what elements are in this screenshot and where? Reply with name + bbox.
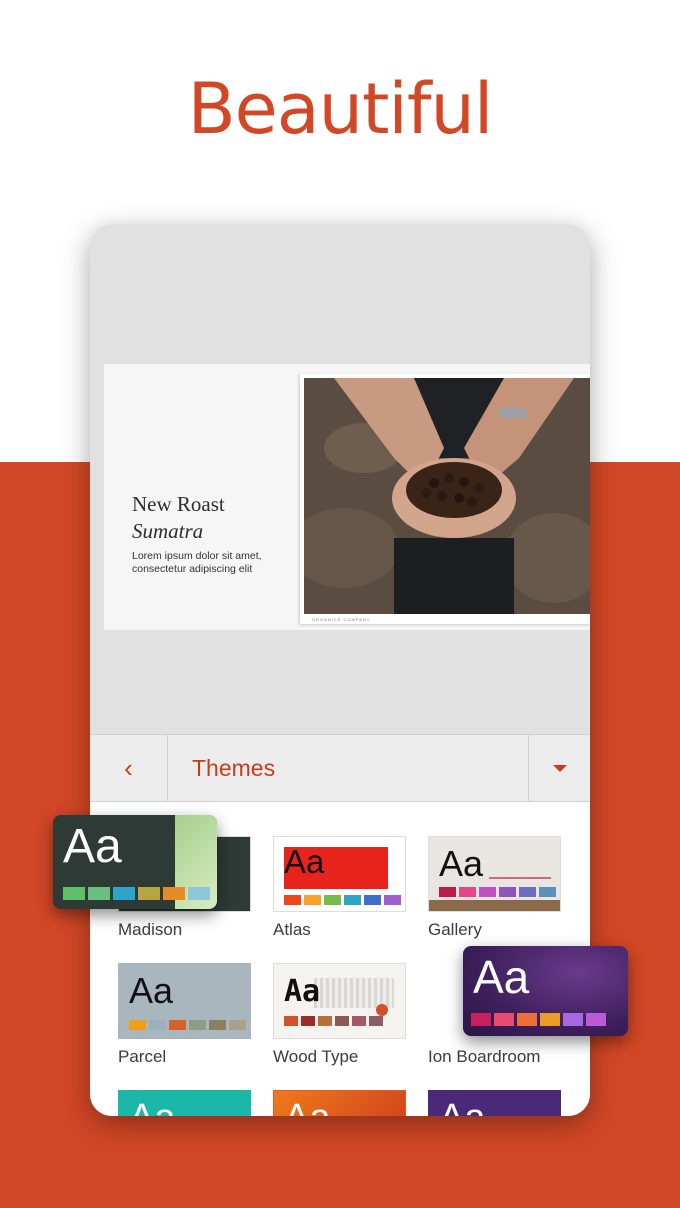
woodtype-dot xyxy=(376,1004,388,1016)
headline: Beautiful xyxy=(187,68,494,150)
theme-swatches xyxy=(63,887,210,900)
theme-label: Atlas xyxy=(273,920,311,939)
theme-thumb-parcel[interactable]: Aa xyxy=(118,963,251,1039)
slide-photo-frame: ORGANICS COMPANY xyxy=(300,374,590,624)
theme-sample-text: Aa xyxy=(473,951,530,1003)
photo-caption: ORGANICS COMPANY xyxy=(312,617,371,622)
theme-swatches xyxy=(284,1016,383,1026)
ion-boardroom-theme-floating[interactable]: Aa xyxy=(463,946,628,1036)
theme-thumb-atlas[interactable]: Aa xyxy=(273,836,406,912)
theme-thumb-gallery[interactable]: Aa xyxy=(428,836,561,912)
slide-title: New Roast xyxy=(132,492,225,516)
theme-sample-text: Aa xyxy=(284,1097,330,1116)
back-button[interactable]: ‹ xyxy=(90,735,168,802)
theme-label: Ion Boardroom xyxy=(428,1047,541,1066)
theme-sample-text: Aa xyxy=(129,970,174,1011)
caret-down-icon xyxy=(552,765,567,772)
themes-toolbar: ‹ Themes xyxy=(90,734,590,802)
slide-subtitle: Sumatra xyxy=(132,519,204,543)
chevron-left-icon: ‹ xyxy=(124,753,133,783)
theme-thumb-purple[interactable]: Aa xyxy=(428,1090,561,1116)
dropdown-button[interactable] xyxy=(528,735,590,802)
theme-thumb-wood-type[interactable]: Aa xyxy=(273,963,406,1039)
coffee-hands-illustration xyxy=(304,378,590,614)
theme-label: Wood Type xyxy=(273,1047,359,1066)
theme-label: Madison xyxy=(118,920,183,939)
theme-thumb-orange[interactable]: Aa xyxy=(273,1090,406,1116)
theme-sample-text: Aa xyxy=(284,843,325,880)
theme-sample-text: Aa xyxy=(129,1097,175,1116)
slide-body-text: Lorem ipsum dolor sit amet, consectetur … xyxy=(132,550,262,575)
theme-sample-text: Aa xyxy=(439,1097,485,1116)
theme-swatches xyxy=(471,1013,606,1026)
theme-label: Parcel xyxy=(118,1047,167,1066)
theme-sample-text: Aa xyxy=(439,843,484,884)
theme-thumb-teal[interactable]: Aa xyxy=(118,1090,251,1116)
gallery-accent-line xyxy=(489,877,551,879)
toolbar-title: Themes xyxy=(192,755,276,781)
slide-preview[interactable]: New Roast Sumatra Lorem ipsum dolor sit … xyxy=(104,364,590,630)
madison-theme-floating[interactable]: Aa xyxy=(53,815,217,909)
theme-swatches xyxy=(129,1020,246,1030)
slide-canvas: New Roast Sumatra Lorem ipsum dolor sit … xyxy=(90,224,590,734)
theme-sample-text: Aa xyxy=(63,820,122,873)
coffee-hands-photo xyxy=(304,378,590,614)
theme-label: Gallery xyxy=(428,920,482,939)
theme-sample-text: Aa xyxy=(284,974,321,1009)
theme-swatches xyxy=(439,887,556,897)
theme-swatches xyxy=(284,895,401,905)
